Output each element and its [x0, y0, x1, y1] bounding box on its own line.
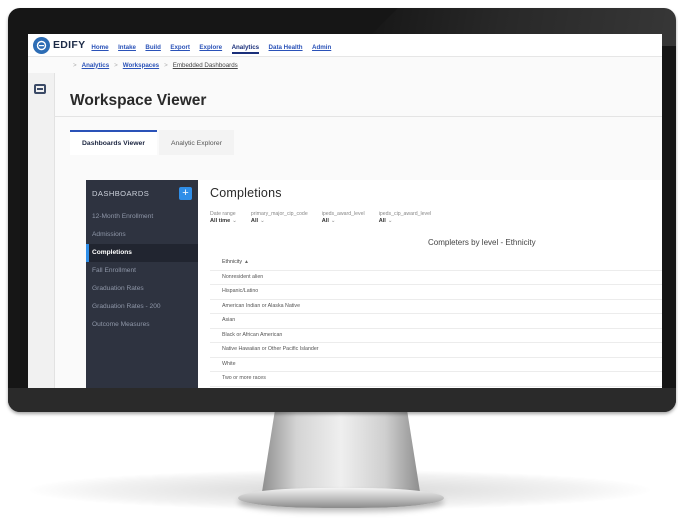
filter-label: Date range: [210, 211, 236, 217]
sidebar-item-admissions[interactable]: Admissions: [86, 226, 198, 244]
table-row[interactable]: American Indian or Alaska Native: [210, 300, 662, 314]
breadcrumb-workspaces[interactable]: Workspaces: [123, 62, 159, 69]
filter-bar: Date range All time ⌄ primary_major_cip_c…: [210, 211, 445, 224]
table-header[interactable]: Ethnicity ▲: [210, 256, 662, 271]
main-nav: Home Intake Build Export Explore Analyti…: [91, 36, 336, 54]
nav-build[interactable]: Build: [145, 44, 160, 51]
monitor-stand-base: [238, 488, 444, 508]
filter-date-range[interactable]: Date range All time ⌄: [210, 211, 237, 224]
dashboards-panel: DASHBOARDS + 12-Month Enrollment Admissi…: [86, 180, 662, 388]
dashboard-title: Completions: [210, 186, 282, 200]
nav-home[interactable]: Home: [91, 44, 108, 51]
filter-primary-major-cip-code[interactable]: primary_major_cip_code All ⌄: [251, 211, 308, 224]
breadcrumb-embedded-dashboards[interactable]: Embedded Dashboards: [173, 62, 238, 69]
filter-value: All time: [210, 218, 231, 224]
sidebar-item-12-month-enrollment[interactable]: 12-Month Enrollment: [86, 208, 198, 226]
dashboard-list: 12-Month Enrollment Admissions Completio…: [86, 208, 198, 334]
app-screen: EDIFY Home Intake Build Export Explore A…: [28, 34, 662, 388]
top-nav-bar: EDIFY Home Intake Build Export Explore A…: [28, 34, 662, 57]
table-row[interactable]: Black or African American: [210, 329, 662, 343]
table-row[interactable]: Nonresident alien: [210, 271, 662, 285]
monitor-chin: [8, 388, 676, 412]
breadcrumb: > Analytics > Workspaces > Embedded Dash…: [68, 59, 238, 71]
nav-explore[interactable]: Explore: [199, 44, 222, 51]
sidebar-item-fall-enrollment[interactable]: Fall Enrollment: [86, 262, 198, 280]
table-row[interactable]: Native Hawaiian or Other Pacific Islande…: [210, 343, 662, 358]
chevron-down-icon: ⌄: [387, 218, 393, 224]
filter-value: All: [250, 218, 259, 224]
chevron-down-icon: ⌄: [232, 218, 237, 224]
dashboard-content: Completions Date range All time ⌄ primary…: [198, 180, 662, 388]
sidebar-item-completions[interactable]: Completions: [86, 244, 198, 262]
breadcrumb-separator: >: [73, 61, 77, 69]
nav-admin[interactable]: Admin: [312, 44, 331, 51]
dashboard-panel-icon[interactable]: [34, 84, 46, 94]
sidebar-item-graduation-rates[interactable]: Graduation Rates: [86, 280, 198, 298]
table-row[interactable]: White: [210, 358, 662, 372]
filter-ipeds-award-level[interactable]: ipeds_award_level All ⌄: [322, 211, 365, 224]
nav-data-health[interactable]: Data Health: [269, 44, 303, 51]
ethnicity-table: Ethnicity ▲ Nonresident alien Hispanic/La…: [210, 256, 662, 387]
breadcrumb-separator: >: [164, 61, 168, 69]
edify-logo-icon[interactable]: [33, 36, 50, 54]
sidebar-header: DASHBOARDS +: [86, 180, 198, 206]
filter-ipeds-cip-award-level[interactable]: ipeds_cip_award_level All ⌄: [379, 211, 432, 224]
sidebar-item-graduation-rates-200[interactable]: Graduation Rates - 200: [86, 298, 198, 316]
nav-intake[interactable]: Intake: [118, 44, 136, 51]
workspace-tabs: Dashboards Viewer Analytic Explorer: [70, 130, 236, 155]
breadcrumb-separator: >: [114, 61, 118, 69]
filter-label: ipeds_cip_award_level: [378, 211, 432, 217]
table-row[interactable]: Asian: [210, 314, 662, 329]
table-row[interactable]: Two or more races: [210, 372, 662, 387]
brand-name: EDIFY: [53, 39, 86, 51]
breadcrumb-analytics[interactable]: Analytics: [82, 62, 110, 69]
table-row[interactable]: Hispanic/Latino: [210, 285, 662, 300]
nav-export[interactable]: Export: [170, 44, 190, 51]
sort-ascending-icon[interactable]: ▲: [244, 259, 249, 265]
monitor-stand-neck: [262, 412, 420, 492]
dashboards-sidebar: DASHBOARDS + 12-Month Enrollment Admissi…: [86, 180, 198, 388]
chevron-down-icon: ⌄: [330, 218, 336, 224]
chart-title: Completers by level - Ethnicity: [428, 238, 536, 247]
nav-analytics[interactable]: Analytics: [231, 44, 260, 54]
chevron-down-icon: ⌄: [260, 218, 265, 224]
filter-label: ipeds_award_level: [321, 211, 365, 217]
column-header-ethnicity: Ethnicity: [222, 259, 243, 265]
left-rail: [28, 73, 55, 388]
page-title: Workspace Viewer: [70, 92, 207, 109]
filter-value: All: [321, 218, 329, 224]
title-divider: [54, 116, 662, 117]
logo-glyph-icon: [36, 40, 47, 50]
add-dashboard-button[interactable]: +: [179, 186, 192, 200]
sidebar-heading: DASHBOARDS: [92, 188, 150, 198]
tab-dashboards-viewer[interactable]: Dashboards Viewer: [70, 130, 157, 155]
filter-label: primary_major_cip_code: [250, 211, 308, 217]
sidebar-item-outcome-measures[interactable]: Outcome Measures: [86, 316, 198, 334]
filter-value: All: [378, 218, 386, 224]
tab-analytic-explorer[interactable]: Analytic Explorer: [158, 130, 234, 155]
